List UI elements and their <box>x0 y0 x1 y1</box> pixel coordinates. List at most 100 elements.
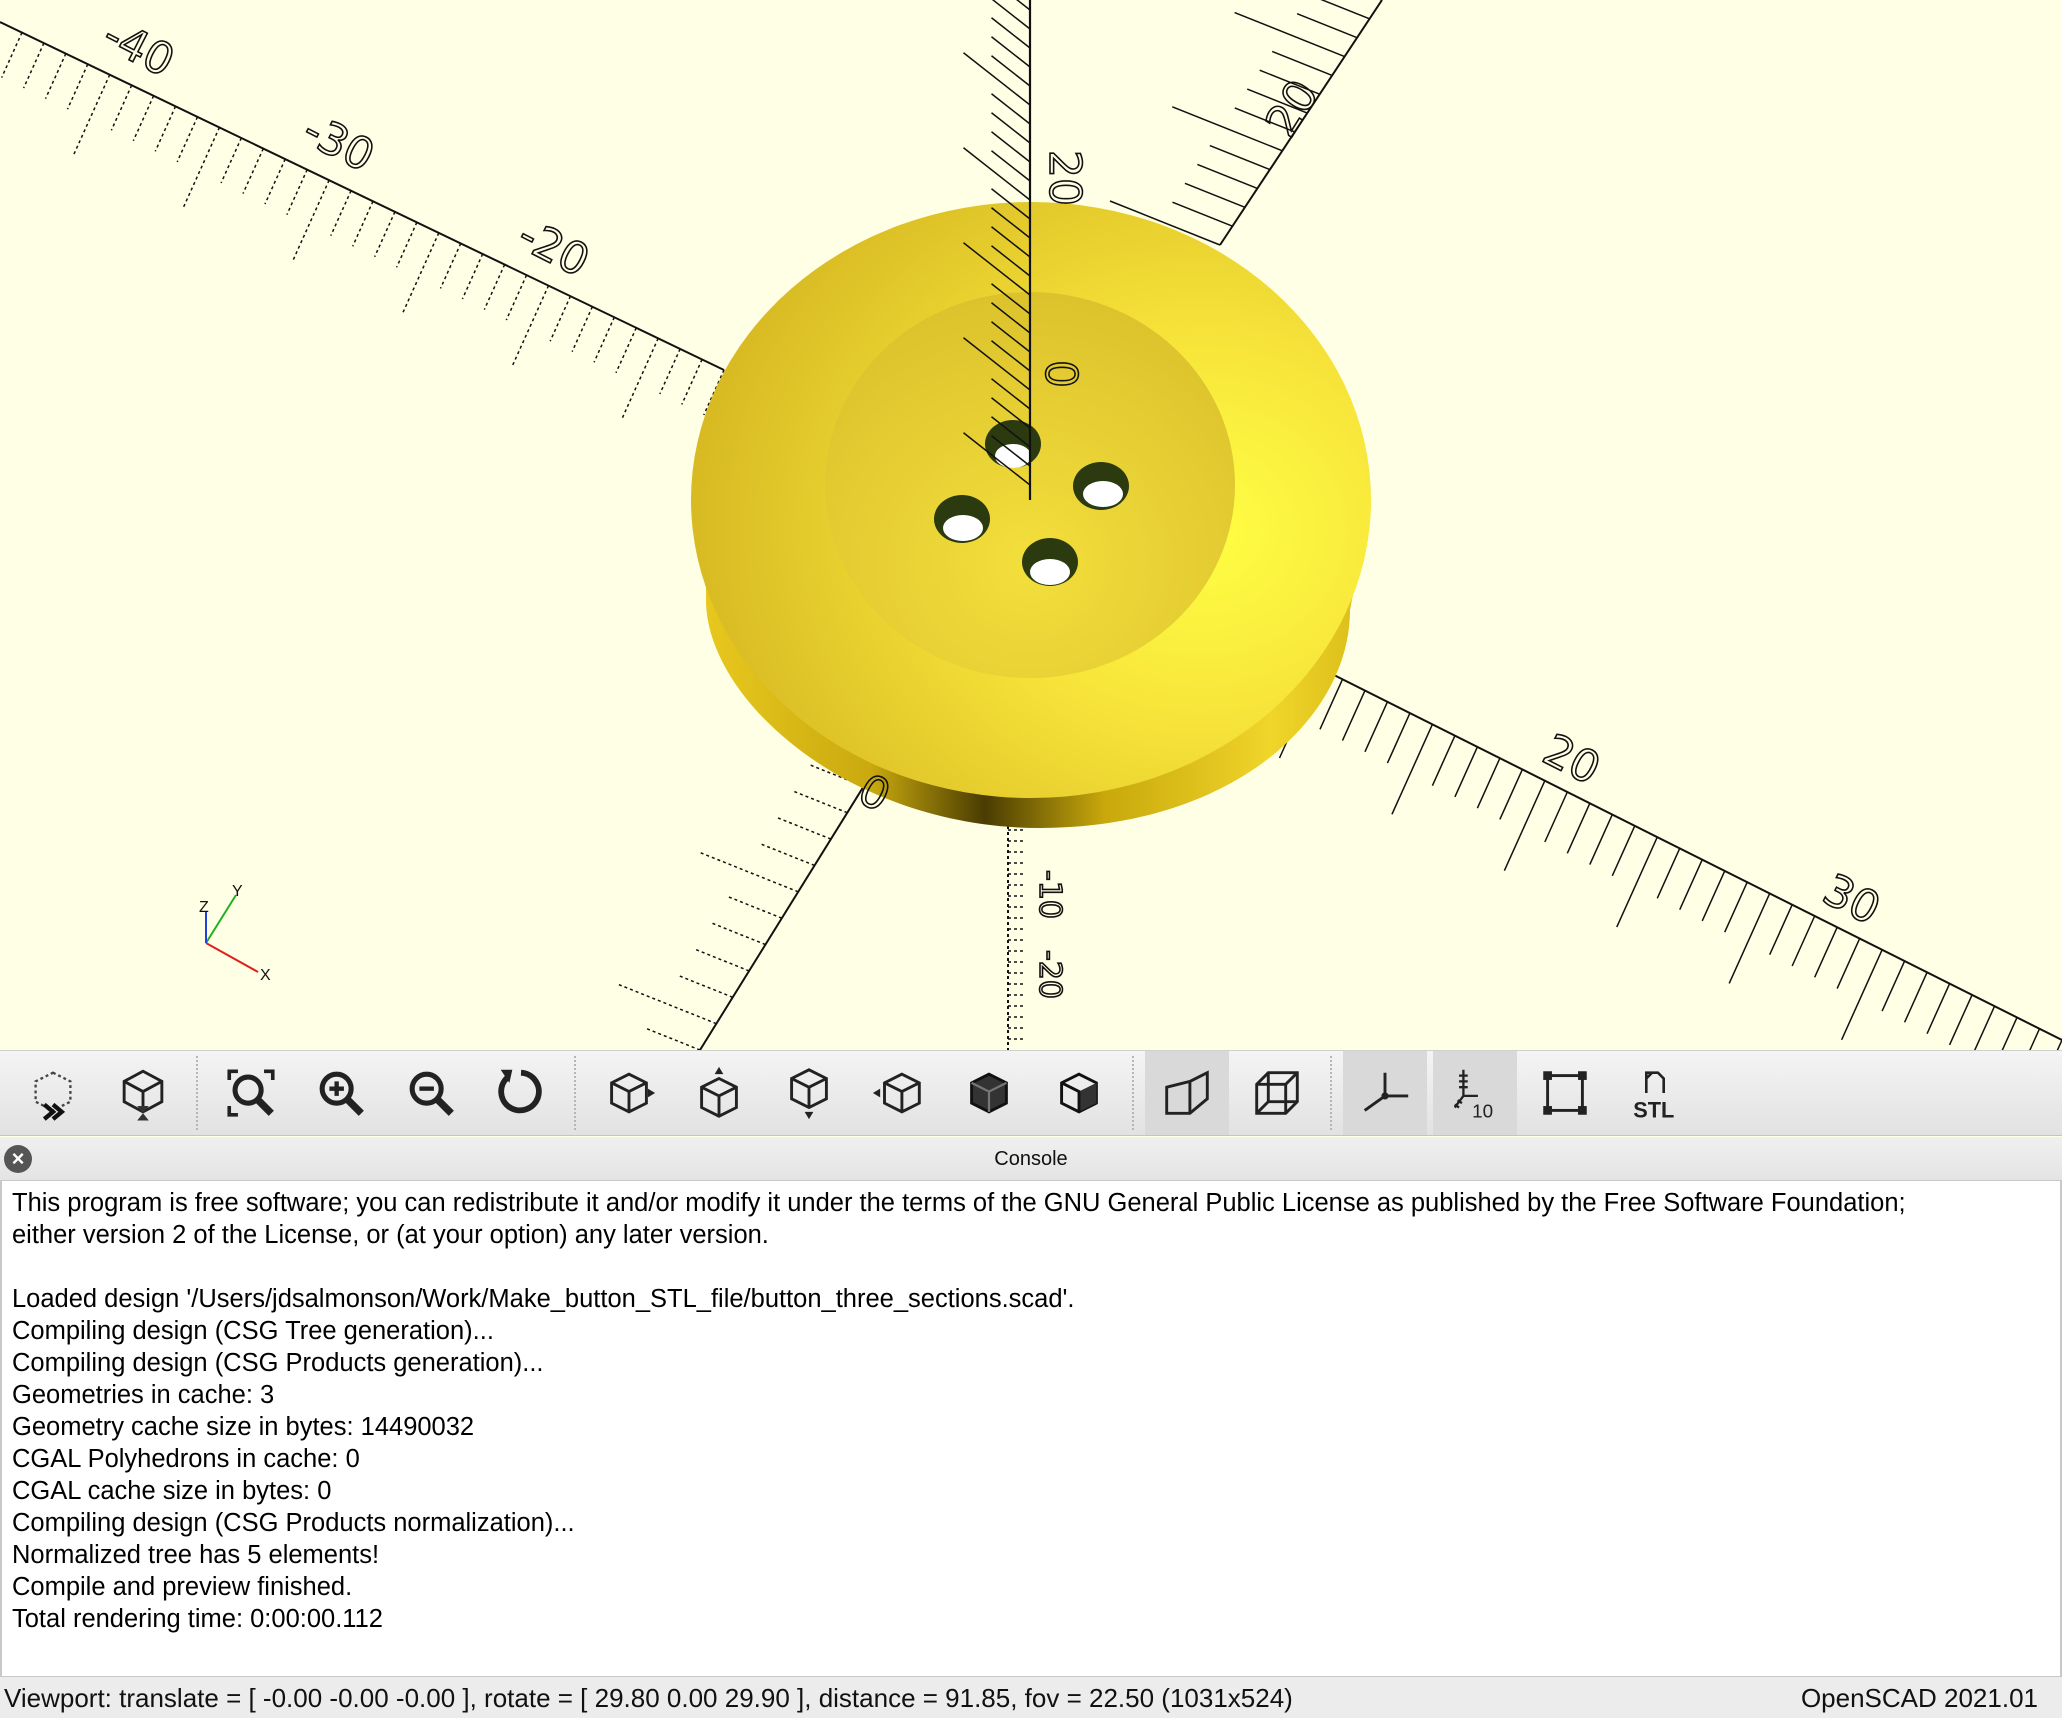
console-line: Geometry cache size in bytes: 14490032 <box>12 1413 475 1441</box>
axis-tick <box>1813 926 1838 978</box>
axis-tick <box>644 1027 701 1050</box>
viewport-canvas[interactable]: -40 -30 -20 20 30 20 20 0 0 -10 -20 X Y … <box>0 0 2062 1050</box>
axis-tick <box>759 842 815 867</box>
x-axis-positive <box>1319 667 2062 1041</box>
axis-tick <box>991 17 1031 49</box>
show-scale-markers-button[interactable]: 10 <box>1433 1051 1517 1135</box>
axis-tick <box>1589 814 1613 865</box>
zoom-out-button[interactable] <box>389 1051 473 1135</box>
axis-tick <box>1431 735 1456 786</box>
axis-tick <box>1656 848 1681 899</box>
console-line: Geometries in cache: 3 <box>12 1381 275 1409</box>
render-button[interactable] <box>101 1051 185 1135</box>
axis-tick <box>991 150 1031 182</box>
axis-tick <box>1476 757 1501 809</box>
axis-tick <box>593 316 615 363</box>
console-line: Loaded design '/Users/jdsalmonson/Work/M… <box>12 1285 1075 1313</box>
view-left-icon <box>872 1072 921 1114</box>
axis-tick <box>1566 802 1591 854</box>
view-all-button[interactable] <box>209 1051 293 1135</box>
axis-label-y-pos-20: 20 <box>1256 71 1329 146</box>
axis-tick <box>1016 0 1031 11</box>
preview-button[interactable] <box>11 1051 95 1135</box>
console-output[interactable]: This program is free software; you can r… <box>0 1181 2062 1676</box>
axis-tick <box>1364 701 1389 753</box>
console-line: Compile and preview finished. <box>12 1573 353 1601</box>
view-bottom-button[interactable] <box>767 1051 851 1135</box>
axis-tick <box>1768 904 1793 956</box>
axis-tick <box>1341 690 1366 741</box>
console-line: Compiling design (CSG Products generatio… <box>12 1349 544 1377</box>
view-right-icon <box>610 1072 656 1114</box>
axis-tick <box>775 816 832 840</box>
axis-tick <box>616 982 717 1025</box>
axis-label-z-neg-10: -10 <box>1032 870 1067 919</box>
axis-tick <box>395 222 418 268</box>
view-front-button[interactable] <box>947 1051 1031 1135</box>
axis-tick <box>991 112 1031 144</box>
view-top-button[interactable] <box>677 1051 761 1135</box>
toolbar-separator <box>1330 1056 1332 1130</box>
axis-tick <box>44 53 67 99</box>
axes-orientation-indicator: X Y Z <box>199 883 271 984</box>
axis-tick <box>681 359 703 405</box>
console-line: Compiling design (CSG Tree generation)..… <box>12 1317 494 1345</box>
toolbar-separator <box>574 1056 576 1130</box>
axis-tick <box>242 148 264 194</box>
orthogonal-button[interactable] <box>1235 1051 1319 1135</box>
axis-tick <box>659 348 681 395</box>
axis-label-z-pos-20: 20 <box>1039 150 1090 206</box>
console-header: × Console <box>0 1137 2062 1181</box>
view-right-button[interactable] <box>587 1051 671 1135</box>
zoom-in-button[interactable] <box>299 1051 383 1135</box>
axis-tick <box>330 190 352 237</box>
axis-tick <box>697 851 799 893</box>
export-stl-icon: STL <box>1633 1071 1674 1122</box>
show-axes-button[interactable] <box>1343 1051 1427 1135</box>
console-line: Normalized tree has 5 elements! <box>12 1541 380 1569</box>
axis-tick <box>1926 983 1951 1034</box>
3d-viewport[interactable]: -40 -30 -20 20 30 20 20 0 0 -10 -20 X Y … <box>0 0 2062 1050</box>
perspective-button[interactable] <box>1145 1051 1229 1135</box>
reset-view-button[interactable] <box>479 1051 563 1135</box>
axis-tick <box>791 790 848 814</box>
show-edges-icon <box>1543 1071 1587 1115</box>
version-label: OpenSCAD 2021.01 <box>1800 1683 2038 1713</box>
axis-tick <box>1499 769 1524 820</box>
axis-label-z-pos-0: 0 <box>1035 360 1086 388</box>
show-edges-button[interactable] <box>1523 1051 1607 1135</box>
axis-tick <box>991 55 1031 87</box>
orthogonal-icon <box>1255 1071 1299 1115</box>
axis-tick <box>991 93 1031 125</box>
axis-tick <box>505 274 528 321</box>
axis-tick <box>110 84 133 131</box>
axis-tick <box>220 137 243 184</box>
view-left-button[interactable] <box>857 1051 941 1135</box>
axis-tick <box>22 42 45 89</box>
axis-label-x-neg-40: -40 <box>95 9 182 87</box>
axis-tick <box>710 921 766 946</box>
viewport-status: Viewport: translate = [ -0.00 -0.00 -0.0… <box>4 1683 1293 1713</box>
axis-tick <box>991 36 1031 68</box>
axis-label-x-pos-30: 30 <box>1815 864 1888 935</box>
axis-tick <box>1974 1005 1996 1050</box>
axis-tick <box>264 158 286 205</box>
view-back-button[interactable] <box>1037 1051 1121 1135</box>
axis-tick <box>483 264 506 310</box>
axis-tick <box>1701 870 1726 922</box>
render-icon <box>122 1069 164 1121</box>
console-title: Console <box>994 1148 1068 1170</box>
axis-tick <box>1271 50 1333 77</box>
axis-tick <box>615 327 637 374</box>
axis-label-x-neg-20: -20 <box>510 209 597 287</box>
axis-tick <box>549 295 572 342</box>
axis-tick <box>1234 11 1345 58</box>
axis-tick <box>1881 960 1906 1012</box>
export-stl-button[interactable]: STL <box>1613 1051 1697 1135</box>
axis-tick <box>352 200 374 247</box>
view-front-icon <box>970 1072 1008 1114</box>
console-line: either version 2 of the License, or (at … <box>12 1221 769 1249</box>
axis-tick <box>2029 1028 2041 1050</box>
axis-tick <box>1836 938 1861 989</box>
